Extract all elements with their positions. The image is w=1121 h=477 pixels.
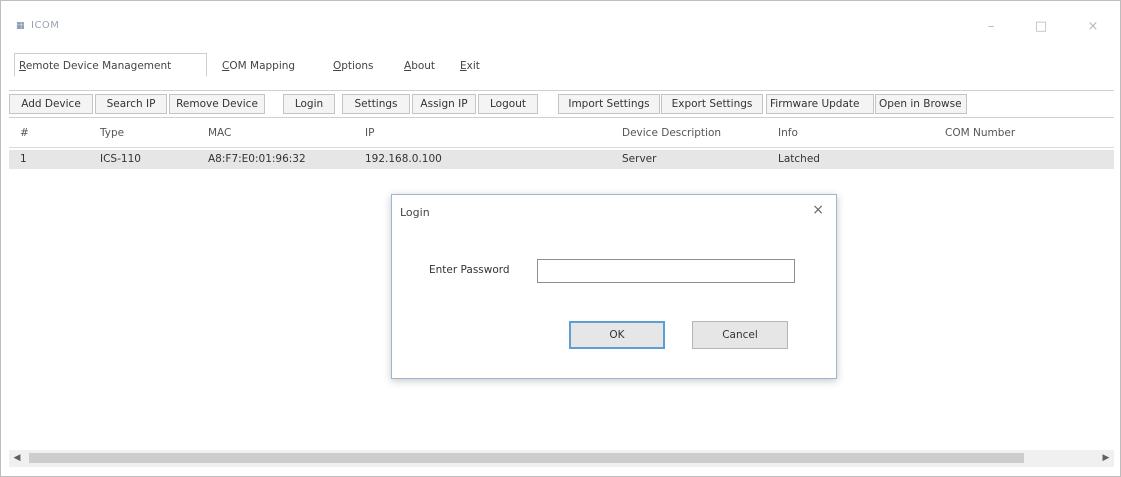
password-label: Enter Password bbox=[429, 264, 510, 276]
column-header-index[interactable]: # bbox=[20, 127, 29, 139]
close-button[interactable]: × bbox=[1078, 15, 1108, 39]
cell-device-description: Server bbox=[622, 153, 657, 165]
tab-remote-device-management[interactable]: Remote Device Management bbox=[14, 53, 207, 77]
tab-label: emote Device Management bbox=[25, 60, 172, 72]
open-in-browser-button[interactable]: Open in Browse bbox=[875, 94, 967, 114]
header-divider bbox=[9, 147, 1114, 148]
tab-label: xit bbox=[466, 60, 480, 72]
tab-label: ptions bbox=[341, 60, 374, 72]
scrollbar-thumb[interactable] bbox=[29, 453, 1024, 463]
cell-index: 1 bbox=[20, 153, 27, 165]
dialog-close-icon[interactable]: × bbox=[812, 202, 824, 218]
ok-button[interactable]: OK bbox=[569, 321, 665, 349]
login-button[interactable]: Login bbox=[283, 94, 335, 114]
title-bar: ▦ ICOM – □ × bbox=[1, 1, 1120, 49]
tab-strip: Remote Device Management COM Mapping Opt… bbox=[1, 53, 1120, 78]
app-window: ▦ ICOM – □ × Remote Device Management CO… bbox=[0, 0, 1121, 477]
column-header-com-number[interactable]: COM Number bbox=[945, 127, 1015, 139]
column-header-device-description[interactable]: Device Description bbox=[622, 127, 721, 139]
column-header-mac[interactable]: MAC bbox=[208, 127, 231, 139]
tab-options[interactable]: Options bbox=[328, 53, 386, 77]
settings-button[interactable]: Settings bbox=[342, 94, 410, 114]
minimize-button[interactable]: – bbox=[976, 15, 1006, 39]
password-field[interactable] bbox=[537, 259, 795, 283]
app-icon: ▦ bbox=[16, 21, 25, 31]
tab-label: OM Mapping bbox=[229, 60, 296, 72]
export-settings-button[interactable]: Export Settings bbox=[661, 94, 763, 114]
tab-com-mapping[interactable]: COM Mapping bbox=[217, 53, 309, 77]
logout-button[interactable]: Logout bbox=[478, 94, 538, 114]
search-ip-button[interactable]: Search IP bbox=[95, 94, 167, 114]
cell-ip: 192.168.0.100 bbox=[365, 153, 442, 165]
tab-about[interactable]: About bbox=[399, 53, 447, 77]
cell-info: Latched bbox=[778, 153, 820, 165]
tab-accelerator: R bbox=[19, 60, 26, 72]
cell-mac: A8:F7:E0:01:96:32 bbox=[208, 153, 306, 165]
tab-accelerator: E bbox=[460, 60, 467, 72]
cancel-button[interactable]: Cancel bbox=[692, 321, 788, 349]
tab-exit[interactable]: Exit bbox=[455, 53, 487, 77]
window-title: ICOM bbox=[31, 20, 60, 31]
add-device-button[interactable]: Add Device bbox=[9, 94, 93, 114]
cell-type: ICS-110 bbox=[100, 153, 141, 165]
horizontal-scrollbar[interactable]: ◀ ▶ bbox=[9, 450, 1114, 467]
assign-ip-button[interactable]: Assign IP bbox=[412, 94, 476, 114]
login-dialog: Login × Enter Password OK Cancel bbox=[391, 194, 837, 379]
firmware-update-button[interactable]: Firmware Update bbox=[766, 94, 874, 114]
dialog-title: Login bbox=[400, 206, 430, 219]
scroll-left-icon[interactable]: ◀ bbox=[9, 450, 25, 467]
column-header-info[interactable]: Info bbox=[778, 127, 798, 139]
maximize-button[interactable]: □ bbox=[1026, 15, 1056, 39]
table-row[interactable]: 1 ICS-110 A8:F7:E0:01:96:32 192.168.0.10… bbox=[9, 150, 1114, 169]
column-header-type[interactable]: Type bbox=[100, 127, 124, 139]
import-settings-button[interactable]: Import Settings bbox=[558, 94, 660, 114]
column-header-ip[interactable]: IP bbox=[365, 127, 374, 139]
scroll-right-icon[interactable]: ▶ bbox=[1098, 450, 1114, 467]
toolbar: Add Device Search IP Remove Device Login… bbox=[9, 90, 1114, 118]
remove-device-button[interactable]: Remove Device bbox=[169, 94, 265, 114]
tab-label: bout bbox=[411, 60, 436, 72]
